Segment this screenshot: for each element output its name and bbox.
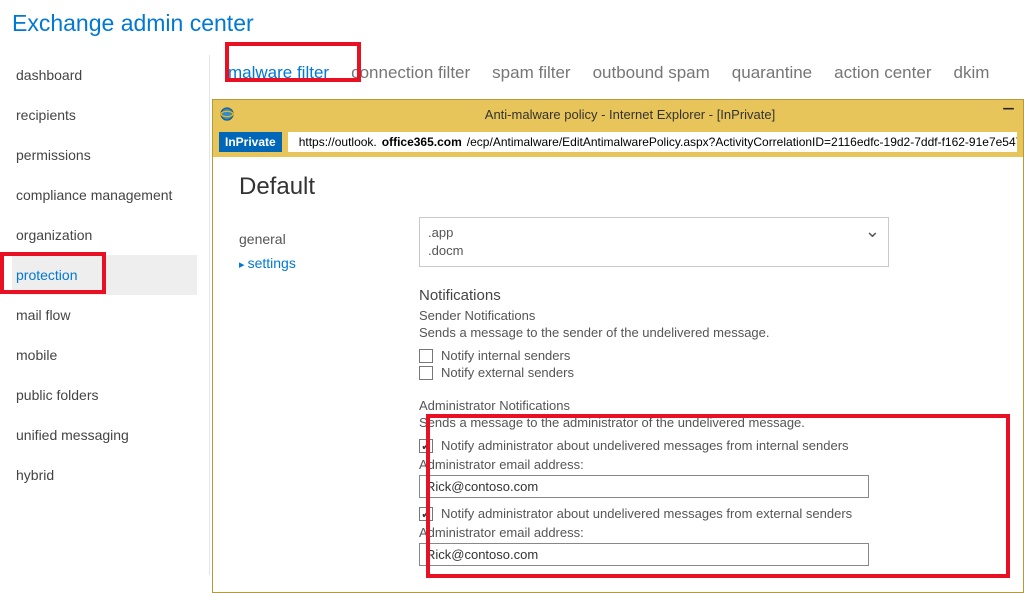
policy-name: Default (239, 173, 419, 201)
checkbox-notify-internal-senders[interactable] (419, 349, 433, 363)
tab-spam-filter[interactable]: spam filter (492, 63, 570, 83)
filetype-line2: .docm (428, 242, 880, 260)
policy-nav-settings[interactable]: settings (239, 251, 419, 275)
sidebar-item-dashboard[interactable]: dashboard (12, 55, 197, 95)
policy-right-panel: .app .docm ⌄ Notifications Sender Notifi… (419, 173, 997, 572)
ie-address-bar-row: InPrivate https://outlook. office365.com /… (213, 128, 1023, 157)
notifications-heading: Notifications (419, 287, 997, 304)
checkbox-notify-admin-internal[interactable]: ✓ (419, 439, 433, 453)
admin-notifications-desc: Sends a message to the administrator of … (419, 415, 997, 430)
content-area: malware filter connection filter spam fi… (210, 55, 1024, 575)
label-admin-email-internal: Administrator email address: (419, 457, 997, 472)
admin-notifications-subhead: Administrator Notifications (419, 398, 997, 413)
sidebar-item-protection[interactable]: protection (12, 255, 197, 295)
sender-notifications-desc: Sends a message to the sender of the und… (419, 325, 997, 340)
checkbox-notify-admin-external[interactable]: ✓ (419, 507, 433, 521)
sidebar-item-mailflow[interactable]: mail flow (12, 295, 197, 335)
tab-dkim[interactable]: dkim (953, 63, 989, 83)
input-admin-email-internal[interactable] (419, 475, 869, 498)
sidebar-item-hybrid[interactable]: hybrid (12, 455, 197, 495)
url-prefix: https://outlook. (299, 135, 377, 149)
label-notify-external-senders: Notify external senders (441, 365, 574, 380)
sidebar-item-permissions[interactable]: permissions (12, 135, 197, 175)
tab-outbound-spam[interactable]: outbound spam (593, 63, 710, 83)
sidebar-item-compliance[interactable]: compliance management (12, 175, 197, 215)
tab-malware-filter[interactable]: malware filter (228, 63, 329, 83)
ie-address-bar[interactable]: https://outlook. office365.com/ecp/Antima… (288, 132, 1017, 152)
inprivate-badge: InPrivate (219, 132, 282, 152)
url-path: /ecp/Antimalware/EditAntimalwarePolicy.a… (467, 135, 1017, 149)
chevron-down-icon[interactable]: ⌄ (865, 222, 880, 240)
sidebar-item-mobile[interactable]: mobile (12, 335, 197, 375)
label-notify-internal-senders: Notify internal senders (441, 348, 570, 363)
policy-left-panel: Default general settings (239, 173, 419, 572)
checkbox-notify-external-senders[interactable] (419, 366, 433, 380)
tab-action-center[interactable]: action center (834, 63, 931, 83)
sender-notifications-subhead: Sender Notifications (419, 308, 997, 323)
policy-nav-general[interactable]: general (239, 227, 419, 251)
label-notify-admin-internal: Notify administrator about undelivered m… (441, 438, 849, 453)
filetype-listbox[interactable]: .app .docm ⌄ (419, 217, 889, 267)
ie-logo-icon (219, 106, 237, 122)
url-host: office365.com (382, 135, 462, 149)
top-tabs: malware filter connection filter spam fi… (210, 55, 1024, 97)
app-header: Exchange admin center (0, 0, 1024, 55)
tab-quarantine[interactable]: quarantine (732, 63, 812, 83)
sidebar-item-um[interactable]: unified messaging (12, 415, 197, 455)
ie-titlebar[interactable]: Anti-malware policy - Internet Explorer … (213, 100, 1023, 128)
sidebar-item-organization[interactable]: organization (12, 215, 197, 255)
tab-connection-filter[interactable]: connection filter (351, 63, 470, 83)
app-title: Exchange admin center (12, 10, 1012, 37)
ie-popup-window: Anti-malware policy - Internet Explorer … (212, 99, 1024, 593)
label-notify-admin-external: Notify administrator about undelivered m… (441, 506, 852, 521)
policy-dialog-body: Default general settings .app .docm ⌄ No… (213, 157, 1023, 592)
sidebar-item-recipients[interactable]: recipients (12, 95, 197, 135)
ie-window-title: Anti-malware policy - Internet Explorer … (237, 107, 1023, 122)
input-admin-email-external[interactable] (419, 543, 869, 566)
minimize-button[interactable]: − (1002, 102, 1015, 116)
main-content: dashboard recipients permissions complia… (0, 55, 1024, 575)
left-sidebar: dashboard recipients permissions complia… (0, 55, 210, 575)
sidebar-item-publicfolders[interactable]: public folders (12, 375, 197, 415)
filetype-line1: .app (428, 224, 880, 242)
label-admin-email-external: Administrator email address: (419, 525, 997, 540)
